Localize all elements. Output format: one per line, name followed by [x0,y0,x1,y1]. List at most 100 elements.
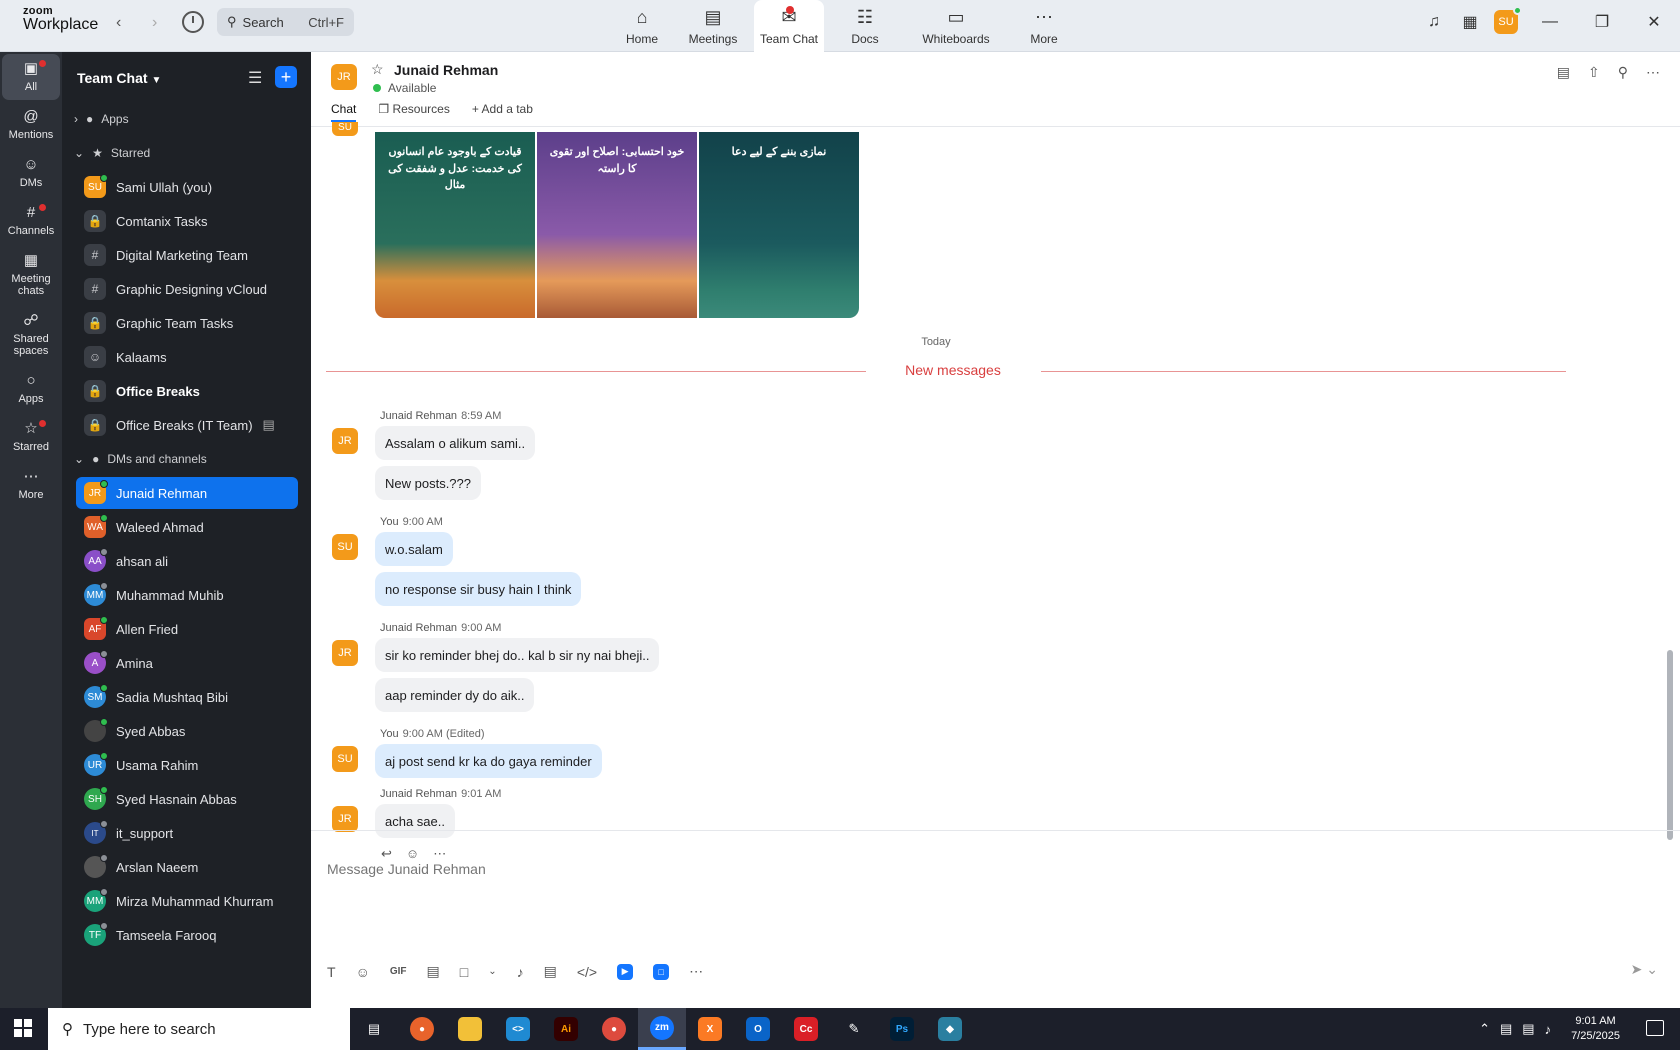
chat-scrollbar[interactable] [1667,650,1673,840]
video-message-icon[interactable]: ▤ [544,963,557,980]
message-sender[interactable]: Junaid Rehman [380,788,457,800]
code-snippet-icon[interactable]: </> [577,964,597,980]
sidebar-item-it-support[interactable]: IT it_support [76,817,298,849]
app-icon[interactable]: ◆ [926,1008,974,1050]
attach-file-icon[interactable]: ▤ [427,963,440,980]
sidebar-item-sadia-mushtaq[interactable]: SM Sadia Mushtaq Bibi [76,681,298,713]
file-explorer-icon[interactable] [446,1008,494,1050]
message-bubble[interactable]: aap reminder dy do aik.. [375,678,535,712]
sidebar-item-office-breaks-it[interactable]: 🔒 Office Breaks (IT Team) ▤ [76,409,298,441]
sidebar-item-sami-ullah[interactable]: SU Sami Ullah (you) [76,171,298,203]
sidebar-item-kalaams[interactable]: ☺ Kalaams [76,341,298,373]
microphone-icon[interactable]: ♪ [517,964,524,980]
notification-center-icon[interactable] [1646,1020,1664,1036]
message-input[interactable] [327,839,1627,899]
gif-button[interactable]: GIF [390,966,407,977]
chrome-icon[interactable]: ● [590,1008,638,1050]
screenshot-icon[interactable]: □ [460,964,468,980]
star-icon[interactable]: ☆ [371,61,384,78]
nav-home[interactable]: ⌂ Home [612,0,672,52]
creative-cloud-icon[interactable]: Cc [782,1008,830,1050]
contact-avatar[interactable]: JR [331,64,357,90]
rail-dms[interactable]: ☺ DMs [2,150,60,196]
section-dms[interactable]: ⌄ ● DMs and channels [74,452,207,466]
message-avatar[interactable]: SU [332,534,358,560]
sidebar-item-digital-marketing[interactable]: # Digital Marketing Team [76,239,298,271]
chat-app-icon[interactable]: □ [653,963,670,980]
search-box[interactable]: ⚲ Search Ctrl+F [217,8,354,36]
sidebar-item-amina[interactable]: A Amina [76,647,298,679]
rail-shared-spaces[interactable]: ☍ Shared spaces [2,306,60,364]
message-avatar[interactable]: JR [332,640,358,666]
bell-icon[interactable]: ♫ [1416,13,1452,31]
app-icon[interactable]: ▶ [617,963,634,980]
message-bubble[interactable]: Assalam o alikum sami.. [375,426,536,460]
sidebar-title[interactable]: Team Chat ▼ [77,70,161,86]
xampp-icon[interactable]: X [686,1008,734,1050]
display-icon[interactable]: ▤ [1500,1021,1512,1037]
rail-channels[interactable]: # Channels [2,198,60,244]
windows-start-icon[interactable] [14,1019,32,1037]
tab-add[interactable]: + Add a tab [472,102,533,122]
message-bubble[interactable]: no response sir busy hain I think [375,572,582,606]
chevron-up-icon[interactable]: ⌃ [1479,1021,1490,1037]
message-avatar[interactable]: JR [332,428,358,454]
message-bubble[interactable]: aj post send kr ka do gaya reminder [375,744,602,778]
volume-icon[interactable]: ♪ [1545,1022,1552,1037]
more-options-icon[interactable]: ⋯ [689,963,703,980]
sidebar-item-comtanix-tasks[interactable]: 🔒 Comtanix Tasks [76,205,298,237]
send-icon[interactable]: ➤ ⌄ [1631,961,1658,978]
sidebar-item-graphic-designing[interactable]: # Graphic Designing vCloud [76,273,298,305]
message-sender[interactable]: You [380,728,399,740]
section-starred[interactable]: ⌄ ★ Starred [74,146,150,160]
clock[interactable]: 9:01 AM 7/25/2025 [1571,1014,1620,1045]
sidebar-item-tamseela-farooq[interactable]: TF Tamseela Farooq [76,919,298,951]
close-icon[interactable]: ✕ [1628,12,1680,32]
task-view-icon[interactable]: ▤ [350,1008,398,1050]
format-text-icon[interactable]: T [327,964,336,980]
rail-starred[interactable]: ☆ Starred [2,414,60,460]
rail-all[interactable]: ▣ All [2,54,60,100]
minimize-icon[interactable]: — [1524,13,1576,31]
sidebar-item-usama-rahim[interactable]: UR Usama Rahim [76,749,298,781]
rail-more[interactable]: ⋯ More [2,462,60,508]
back-arrow-icon[interactable]: ‹ [116,14,121,32]
network-icon[interactable]: ▤ [1522,1021,1534,1037]
sidebar-item-muhammad-muhib[interactable]: MM Muhammad Muhib [76,579,298,611]
calendar-icon[interactable]: ▦ [1452,12,1488,32]
image-post-3[interactable]: نمازی بننے کے لیے دعا [699,132,859,318]
message-sender[interactable]: You [380,516,399,528]
sidebar-item-junaid-rehman[interactable]: JR Junaid Rehman [76,477,298,509]
message-avatar[interactable]: SU [332,746,358,772]
rail-mentions[interactable]: @ Mentions [2,102,60,148]
sidebar-item-arslan-naeem[interactable]: Arslan Naeem [76,851,298,883]
nav-meetings[interactable]: ▤ Meetings [672,0,754,52]
profile-avatar[interactable]: SU [1488,6,1524,34]
nav-docs[interactable]: ☷ Docs [824,0,906,52]
message-bubble[interactable]: sir ko reminder bhej do.. kal b sir ny n… [375,638,660,672]
tab-resources[interactable]: ❐ Resources [378,102,449,122]
section-apps[interactable]: › ● Apps [74,112,129,126]
contact-name[interactable]: Junaid Rehman [394,62,498,78]
filter-icon[interactable]: ☰ [248,68,262,88]
nav-more[interactable]: ⋯ More [1006,0,1082,52]
more-options-icon[interactable]: ⋯ [1646,64,1660,81]
sidebar-item-syed-hasnain[interactable]: SH Syed Hasnain Abbas [76,783,298,815]
message-bubble[interactable]: w.o.salam [375,532,453,566]
photoshop-icon[interactable]: Ps [878,1008,926,1050]
message-sender[interactable]: Junaid Rehman [380,622,457,634]
outlook-icon[interactable]: O [734,1008,782,1050]
sidebar-item-office-breaks[interactable]: 🔒 Office Breaks [76,375,298,407]
rail-apps[interactable]: ○ Apps [2,366,60,412]
illustrator-icon[interactable]: Ai [542,1008,590,1050]
firefox-icon[interactable]: ● [398,1008,446,1050]
taskbar-search[interactable]: ⚲ Type here to search [48,1008,350,1050]
video-call-icon[interactable]: ▤ [1557,64,1570,81]
share-screen-icon[interactable]: ⇧ [1588,64,1600,81]
nav-team-chat[interactable]: ✉ Team Chat [754,0,824,52]
sidebar-item-syed-abbas[interactable]: Syed Abbas [76,715,298,747]
nav-whiteboards[interactable]: ▭ Whiteboards [906,0,1006,52]
pen-tool-icon[interactable]: ✎ [830,1008,878,1050]
sidebar-item-waleed-ahmad[interactable]: WA Waleed Ahmad [76,511,298,543]
message-bubble[interactable]: New posts.??? [375,466,481,500]
